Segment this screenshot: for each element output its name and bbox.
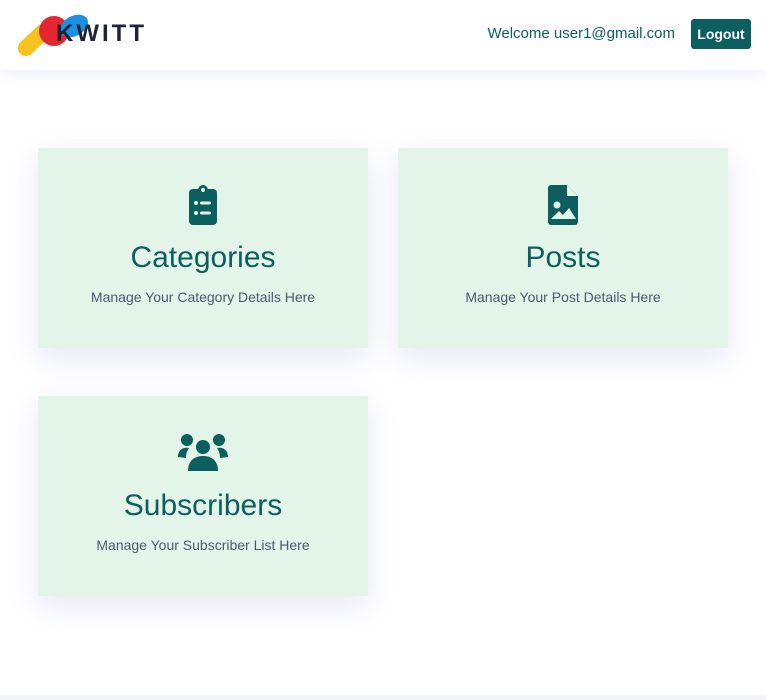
card-title: Categories (130, 241, 276, 274)
brand-name: KWITT (56, 20, 147, 47)
footer-divider (0, 695, 766, 700)
clipboard-list-icon (38, 184, 368, 226)
users-icon (38, 432, 368, 474)
card-description: Manage Your Category Details Here (90, 289, 316, 305)
card-title: Subscribers (123, 489, 283, 522)
card-title: Posts (525, 241, 601, 274)
card-description: Manage Your Subscriber List Here (96, 537, 310, 553)
dashboard-page: KWITT Welcome user1@gmail.com Logout Cat… (0, 0, 766, 700)
subscribers-card[interactable]: Subscribers Manage Your Subscriber List … (38, 396, 368, 596)
top-navbar: KWITT Welcome user1@gmail.com Logout (0, 0, 766, 70)
logout-button[interactable]: Logout (691, 19, 751, 49)
welcome-message: Welcome user1@gmail.com (487, 25, 675, 42)
categories-card[interactable]: Categories Manage Your Category Details … (38, 148, 368, 348)
posts-card[interactable]: Posts Manage Your Post Details Here (398, 148, 728, 348)
card-description: Manage Your Post Details Here (465, 289, 661, 305)
file-image-icon (398, 184, 728, 226)
